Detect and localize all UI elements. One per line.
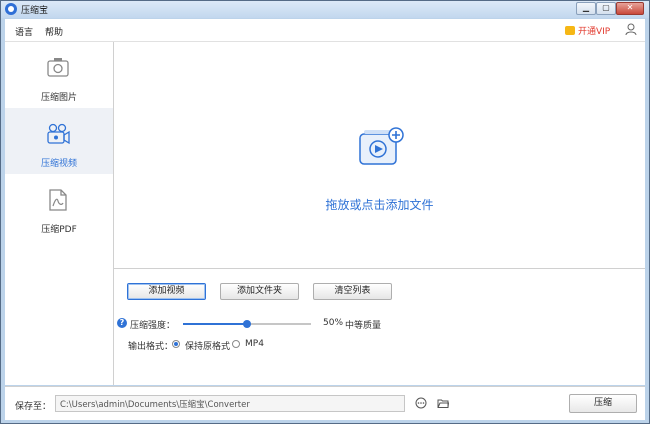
compression-quality: 中等质量 bbox=[345, 321, 382, 331]
sidebar-item-label: 压缩PDF bbox=[41, 225, 77, 235]
maximize-button[interactable]: ▢ bbox=[596, 2, 616, 15]
sidebar-item-label: 压缩图片 bbox=[40, 93, 77, 103]
close-button[interactable]: ✕ bbox=[616, 2, 644, 15]
title-bar: 压缩宝 ▁ ▢ ✕ bbox=[1, 1, 649, 18]
window-title: 压缩宝 bbox=[21, 6, 49, 16]
crown-icon bbox=[565, 26, 575, 35]
folder-open-icon[interactable] bbox=[437, 397, 449, 409]
sidebar-item-pdf[interactable]: 压缩PDF bbox=[5, 174, 113, 240]
vip-label: 开通VIP bbox=[578, 27, 611, 37]
save-to-label: 保存至： bbox=[15, 402, 52, 412]
sidebar-item-image[interactable]: 压缩图片 bbox=[5, 42, 113, 108]
user-icon[interactable] bbox=[625, 23, 637, 36]
option-keep-format[interactable]: 保持原格式 bbox=[185, 339, 230, 352]
add-video-icon bbox=[359, 127, 404, 165]
video-compress-icon bbox=[47, 123, 70, 145]
pdf-compress-icon bbox=[49, 189, 67, 211]
sidebar: 压缩图片 压缩视频 压缩PDF bbox=[5, 42, 114, 385]
app-window: 压缩宝 ▁ ▢ ✕ 语言 帮助 开通VIP 压缩图片 压缩视频 压缩PDF 拖放… bbox=[0, 0, 650, 424]
compression-percent: 50% bbox=[323, 318, 344, 328]
file-drop-zone[interactable]: 拖放或点击添加文件 bbox=[114, 42, 645, 269]
minimize-button[interactable]: ▁ bbox=[576, 2, 596, 15]
sidebar-item-label: 压缩视频 bbox=[40, 159, 77, 169]
controls-panel: 添加视频 添加文件夹 清空列表 ? 压缩强度： 50% 中等质量 输出格式： 保… bbox=[114, 269, 645, 385]
slider-fill bbox=[183, 323, 247, 325]
save-path-input[interactable] bbox=[55, 395, 405, 412]
menu-language[interactable]: 语言 bbox=[15, 25, 33, 38]
menu-help[interactable]: 帮助 bbox=[45, 25, 63, 38]
sidebar-item-video[interactable]: 压缩视频 bbox=[5, 108, 113, 174]
compress-button[interactable]: 压缩 bbox=[569, 394, 637, 413]
menu-bar: 语言 帮助 开通VIP bbox=[5, 19, 645, 42]
output-format-label: 输出格式： bbox=[128, 342, 174, 352]
app-logo-icon bbox=[5, 3, 17, 15]
bottom-bar: 保存至： 压缩 bbox=[5, 386, 645, 420]
radio-mp4[interactable] bbox=[232, 340, 240, 348]
radio-keep-format[interactable] bbox=[172, 340, 180, 348]
clear-list-button[interactable]: 清空列表 bbox=[313, 283, 392, 300]
add-folder-button[interactable]: 添加文件夹 bbox=[220, 283, 299, 300]
drop-hint: 拖放或点击添加文件 bbox=[325, 198, 434, 212]
vip-button[interactable]: 开通VIP bbox=[565, 24, 610, 37]
add-video-button[interactable]: 添加视频 bbox=[127, 283, 206, 300]
image-compress-icon bbox=[47, 58, 69, 77]
option-mp4[interactable]: MP4 bbox=[245, 339, 264, 349]
more-options-icon[interactable] bbox=[415, 397, 427, 409]
slider-thumb[interactable] bbox=[243, 320, 251, 328]
compression-slider[interactable] bbox=[183, 320, 311, 328]
help-icon[interactable]: ? bbox=[117, 318, 127, 328]
compression-label: 压缩强度： bbox=[130, 321, 176, 331]
